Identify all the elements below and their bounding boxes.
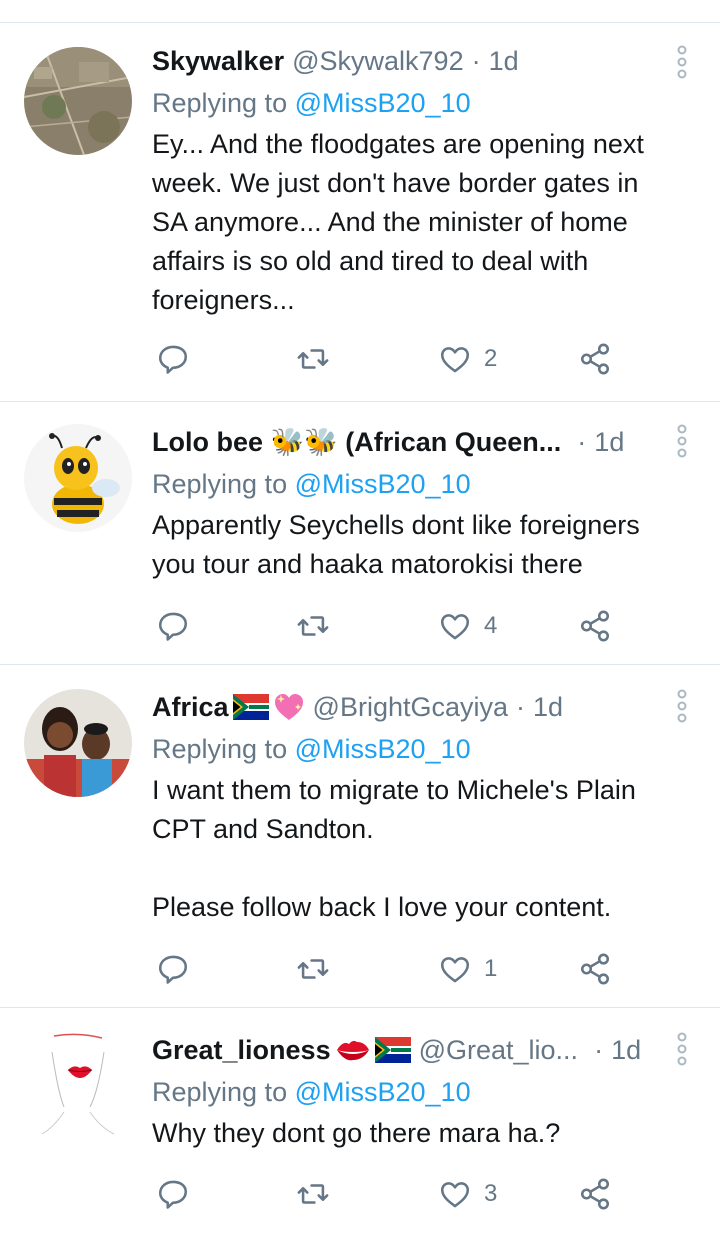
replying-to: Replying to @MissB20_10 (152, 731, 690, 767)
sparkling-heart-emoji (274, 694, 303, 720)
share-button[interactable] (578, 339, 612, 379)
reply-button[interactable] (156, 949, 190, 989)
like-count: 1 (484, 955, 498, 982)
avatar-photo-image (24, 689, 132, 797)
author-name[interactable]: Lolo bee 🐝🐝 (African Queen... (152, 424, 561, 460)
tweet-reply[interactable]: Skywalker @Skywalk792 · 1d Replying to @… (0, 23, 720, 402)
avatar-bee-image (24, 424, 132, 532)
replying-to: Replying to @MissB20_10 (152, 466, 690, 502)
timestamp[interactable]: 1d (611, 1032, 641, 1068)
share-icon (580, 1178, 610, 1210)
avatar[interactable] (24, 689, 132, 797)
author-handle[interactable]: @BrightGcayiya (313, 689, 508, 725)
south-africa-flag-emoji (232, 694, 269, 720)
like-count: 3 (484, 1180, 498, 1207)
replying-to: Replying to @MissB20_10 (152, 1074, 690, 1110)
separator-dot: · (471, 46, 481, 76)
replying-to-link[interactable]: @MissB20_10 (295, 469, 471, 499)
tweet-reply[interactable]: Great_lioness @Great_lio... · 1d Replyin… (0, 1008, 720, 1233)
like-button[interactable]: 3 (438, 1174, 497, 1214)
share-icon (580, 610, 610, 642)
replying-to-link[interactable]: @MissB20_10 (295, 734, 471, 764)
separator-dot: · (516, 692, 526, 722)
replying-to-label: Replying to (152, 469, 288, 499)
avatar[interactable] (24, 47, 132, 155)
replying-to-link[interactable]: @MissB20_10 (295, 88, 471, 118)
like-button[interactable]: 4 (438, 606, 497, 646)
retweet-icon (297, 959, 329, 979)
tweet-text: Apparently Seychells dont like foreigner… (152, 510, 640, 579)
replying-to-label: Replying to (152, 88, 288, 118)
share-icon (580, 953, 610, 985)
retweet-icon (297, 1184, 329, 1204)
reply-icon (158, 612, 188, 641)
share-button[interactable] (578, 949, 612, 989)
share-button[interactable] (578, 1174, 612, 1214)
like-count: 2 (484, 345, 498, 372)
tweet-reply[interactable]: Africa @BrightGcayiya · 1d Replying to @… (0, 665, 720, 1008)
reply-button[interactable] (156, 1174, 190, 1214)
reply-icon (158, 345, 188, 374)
tweet-reply[interactable]: Lolo bee 🐝🐝 (African Queen... · 1d Reply… (0, 402, 720, 665)
author-handle[interactable]: @Great_lio... (419, 1032, 578, 1068)
timestamp[interactable]: 1d (489, 43, 519, 79)
retweet-button[interactable] (296, 949, 330, 989)
separator-dot: · (577, 427, 587, 457)
retweet-icon (297, 349, 329, 369)
more-options-icon[interactable] (674, 424, 690, 458)
avatar[interactable] (24, 1032, 132, 1140)
reply-button[interactable] (156, 339, 190, 379)
retweet-button[interactable] (296, 339, 330, 379)
more-options-icon[interactable] (674, 45, 690, 79)
timestamp[interactable]: 1d (533, 689, 563, 725)
share-icon (580, 343, 610, 375)
timestamp[interactable]: 1d (594, 424, 624, 460)
retweet-icon (297, 616, 329, 636)
tweet-text: Ey... And the floodgates are opening nex… (152, 129, 644, 315)
replying-to-label: Replying to (152, 1077, 288, 1107)
like-icon (440, 957, 470, 983)
like-count: 4 (484, 612, 498, 639)
author-name[interactable]: Skywalker (152, 43, 284, 79)
like-icon (440, 347, 470, 373)
replying-to: Replying to @MissB20_10 (152, 85, 690, 121)
like-icon (440, 1182, 470, 1208)
like-button[interactable]: 2 (438, 339, 497, 379)
south-africa-flag-emoji (374, 1037, 411, 1063)
avatar-aerial-image (24, 47, 132, 155)
avatar-lips-image (24, 1032, 132, 1140)
replying-to-link[interactable]: @MissB20_10 (295, 1077, 471, 1107)
avatar[interactable] (24, 424, 132, 532)
more-options-icon[interactable] (674, 1032, 690, 1066)
tweet-text: I want them to migrate to Michele's Plai… (152, 775, 636, 922)
separator-dot: · (594, 1035, 604, 1065)
retweet-button[interactable] (296, 1174, 330, 1214)
share-button[interactable] (578, 606, 612, 646)
kiss-mark-emoji (336, 1040, 369, 1061)
tweet-text: Why they dont go there mara ha.? (152, 1118, 561, 1148)
author-handle[interactable]: @Skywalk792 (292, 43, 463, 79)
reply-icon (158, 955, 188, 984)
author-name[interactable]: Great_lioness (152, 1032, 331, 1068)
like-button[interactable]: 1 (438, 949, 497, 989)
more-options-icon[interactable] (674, 689, 690, 723)
retweet-button[interactable] (296, 606, 330, 646)
replying-to-label: Replying to (152, 734, 288, 764)
author-name[interactable]: Africa (152, 689, 229, 725)
reply-icon (158, 1180, 188, 1209)
reply-button[interactable] (156, 606, 190, 646)
like-icon (440, 614, 470, 640)
